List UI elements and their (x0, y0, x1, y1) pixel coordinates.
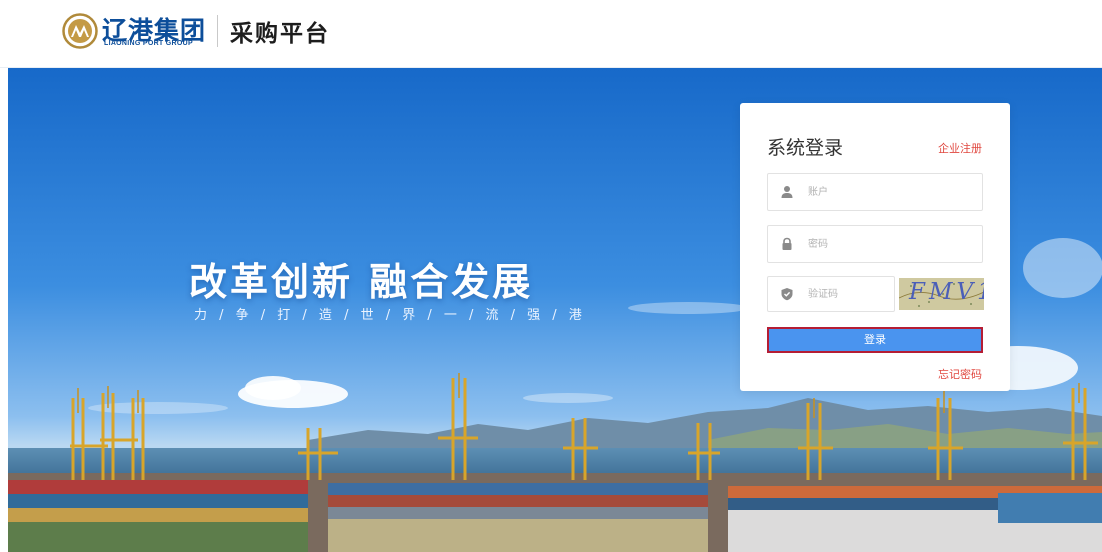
logo-mark-icon (62, 13, 98, 49)
password-input[interactable] (808, 226, 968, 262)
login-button[interactable]: 登录 (767, 327, 983, 353)
site-header: 辽港集团 LIAONING PORT GROUP 采购平台 (0, 0, 1102, 68)
captcha-input[interactable] (808, 277, 888, 311)
password-field[interactable] (767, 225, 983, 263)
slogan-main: 改革创新 融合发展 (189, 260, 534, 304)
username-input[interactable] (808, 174, 968, 210)
brand-name-en: LIAONING PORT GROUP (104, 40, 193, 47)
register-link[interactable]: 企业注册 (938, 140, 982, 156)
login-card: 系统登录 企业注册 FMV1 登录 忘记密码 (740, 103, 1010, 391)
captcha-text: FMV1 (909, 279, 984, 305)
captcha-field[interactable] (767, 276, 895, 312)
brand-divider (217, 15, 218, 47)
captcha-image[interactable]: FMV1 (899, 278, 984, 310)
login-title: 系统登录 (767, 137, 844, 159)
slogan-sub: 力 / 争 / 打 / 造 / 世 / 界 / 一 / 流 / 强 / 港 (194, 308, 586, 323)
user-icon (781, 186, 793, 198)
lock-icon (782, 237, 792, 250)
username-field[interactable] (767, 173, 983, 211)
forgot-password-link[interactable]: 忘记密码 (938, 366, 982, 382)
shield-icon (781, 288, 793, 301)
platform-name: 采购平台 (230, 20, 330, 47)
